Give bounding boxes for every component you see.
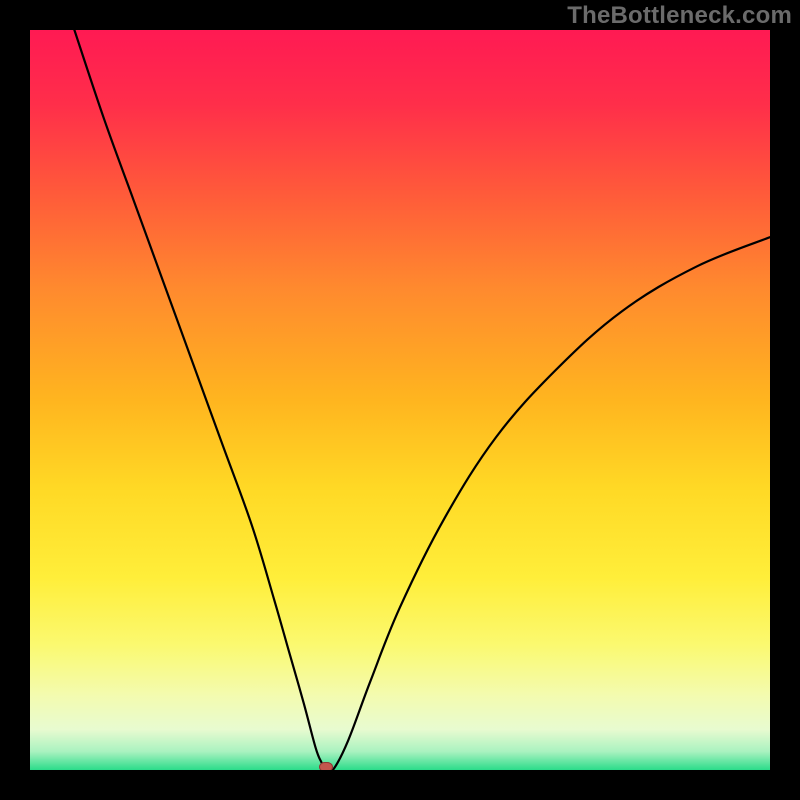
plot-area [30, 30, 770, 770]
minimum-marker [319, 762, 333, 770]
chart-curve [30, 30, 770, 770]
watermark-text: TheBottleneck.com [567, 2, 792, 30]
chart-frame: TheBottleneck.com [0, 0, 800, 800]
